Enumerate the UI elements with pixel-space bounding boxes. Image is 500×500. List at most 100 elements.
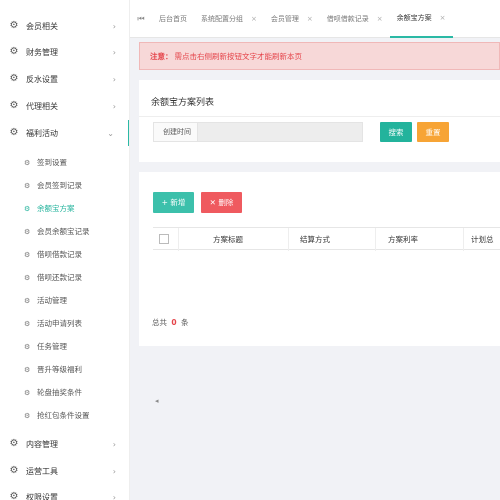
tab-label: 后台首页 [159, 14, 187, 23]
sidebar-subitem-label: 活动申请列表 [37, 319, 82, 328]
sidebar-item-finance[interactable]: ⚙ 财务管理 › [0, 39, 129, 65]
sidebar-item-operations[interactable]: ⚙ 运营工具 › [0, 458, 129, 484]
chevron-right-icon: › [112, 439, 116, 449]
column-divider [463, 228, 464, 251]
tab-label: 余额宝方案 [396, 13, 432, 22]
notice-banner: 注意： 需点击右侧刷新按钮文字才能刷新本页 [139, 42, 500, 70]
sidebar-subitem[interactable]: ⚙ 活动申请列表 [0, 312, 129, 335]
gear-icon: ⚙ [24, 181, 31, 190]
sidebar-subitem-label: 借呗还款记录 [37, 273, 82, 282]
search-button[interactable]: 搜索 [380, 122, 412, 142]
sidebar-item-agent[interactable]: ⚙ 代理相关 › [0, 93, 129, 119]
sidebar: ⚙ 会员相关 › ⚙ 财务管理 › ⚙ 反水设置 › ⚙ 代理相关 › ⚙ 福利… [0, 0, 130, 500]
sidebar-item-rebate[interactable]: ⚙ 反水设置 › [0, 66, 129, 92]
gear-icon: ⚙ [9, 491, 19, 500]
gear-icon: ⚙ [24, 227, 31, 236]
sidebar-subitem[interactable]: ⚙ 会员余额宝记录 [0, 220, 129, 243]
gear-icon: ⚙ [24, 342, 31, 351]
add-button[interactable]: + 新增 [153, 192, 194, 213]
close-icon[interactable]: × [251, 15, 257, 23]
sidebar-item-label: 会员相关 [26, 21, 58, 31]
tab-scroll-left-icon[interactable]: ⏮ [130, 14, 152, 24]
sidebar-subitem[interactable]: ⚙ 晋升等级福利 [0, 358, 129, 381]
sidebar-subitem-label: 晋升等级福利 [37, 365, 82, 374]
tab-home[interactable]: 后台首页 [152, 0, 194, 38]
column-header-plan-total[interactable]: 计划总 [471, 228, 494, 251]
sidebar-subitem-label: 任务管理 [37, 342, 67, 351]
sidebar-item-label: 权限设置 [26, 492, 58, 500]
select-all-checkbox[interactable] [159, 234, 169, 244]
tab-yuebao-plan[interactable]: 余额宝方案 × [389, 0, 453, 38]
column-divider [288, 228, 289, 251]
chevron-right-icon: › [112, 47, 116, 57]
total-prefix: 总共 [152, 318, 167, 327]
sidebar-subitem-label: 轮盘抽奖条件 [37, 388, 82, 397]
gear-icon: ⚙ [9, 127, 19, 138]
sidebar-subitem-active[interactable]: ⚙ 余额宝方案 [0, 197, 129, 220]
sidebar-subitem[interactable]: ⚙ 活动管理 [0, 289, 129, 312]
gear-icon: ⚙ [24, 204, 31, 213]
sidebar-item-label: 代理相关 [26, 101, 58, 111]
column-header-rate[interactable]: 方案利率 [388, 228, 418, 251]
gear-icon: ⚙ [24, 296, 31, 305]
page-title: 余额宝方案列表 [151, 98, 215, 108]
notice-text: 需点击右侧刷新按钮文字才能刷新本页 [174, 51, 303, 61]
total-suffix: 条 [181, 318, 189, 327]
gear-icon: ⚙ [24, 388, 31, 397]
gear-icon: ⚙ [24, 250, 31, 259]
close-icon[interactable]: × [440, 14, 446, 22]
close-icon[interactable]: × [377, 15, 383, 23]
sidebar-item-member[interactable]: ⚙ 会员相关 › [0, 13, 129, 39]
tab-member-management[interactable]: 会员管理 × [264, 0, 320, 38]
sidebar-item-label: 福利活动 [26, 128, 58, 138]
notice-prefix: 注意： [150, 51, 173, 61]
gear-icon: ⚙ [24, 319, 31, 328]
sidebar-subitem[interactable]: ⚙ 签到设置 [0, 151, 129, 174]
close-icon[interactable]: × [307, 15, 313, 23]
sidebar-subitem-label: 抢红包条件设置 [37, 411, 90, 420]
sidebar-subitem-label: 借呗借款记录 [37, 250, 82, 259]
column-header-title[interactable]: 方案标题 [213, 228, 243, 251]
gear-icon: ⚙ [9, 100, 19, 111]
created-time-input[interactable] [197, 122, 363, 142]
gear-icon: ⚙ [24, 411, 31, 420]
chevron-down-icon: ⌄ [107, 128, 114, 138]
reset-button[interactable]: 重置 [417, 122, 449, 142]
sidebar-subitem[interactable]: ⚙ 抢红包条件设置 [0, 404, 129, 427]
column-divider [375, 228, 376, 251]
gear-icon: ⚙ [9, 438, 19, 449]
gear-icon: ⚙ [9, 46, 19, 57]
gear-icon: ⚙ [24, 365, 31, 374]
sidebar-subitem[interactable]: ⚙ 借呗借款记录 [0, 243, 129, 266]
divider [139, 116, 500, 117]
sidebar-subitem-label: 活动管理 [37, 296, 67, 305]
total-number: 0 [171, 318, 177, 327]
sidebar-subitem[interactable]: ⚙ 任务管理 [0, 335, 129, 358]
gear-icon: ⚙ [9, 20, 19, 31]
gear-icon: ⚙ [9, 465, 19, 476]
tab-loan-records[interactable]: 借呗借款记录 × [320, 0, 390, 38]
sidebar-subitem-label: 签到设置 [37, 158, 67, 167]
chevron-right-icon: › [112, 492, 116, 500]
delete-button[interactable]: ✕ 删除 [201, 192, 242, 213]
search-card: 余额宝方案列表 创建时间 搜索 重置 [139, 80, 500, 162]
sidebar-item-content[interactable]: ⚙ 内容管理 › [0, 431, 129, 457]
scroll-left-icon[interactable]: ◂ [155, 397, 159, 405]
sidebar-item-welfare[interactable]: ⚙ 福利活动 ⌄ [0, 120, 129, 146]
sidebar-subitem-label: 余额宝方案 [37, 204, 75, 213]
created-time-label: 创建时间 [153, 122, 201, 142]
sidebar-subitem[interactable]: ⚙ 轮盘抽奖条件 [0, 381, 129, 404]
table-header: 方案标题 结算方式 方案利率 计划总 [153, 227, 500, 251]
tab-system-config[interactable]: 系统配置分组 × [194, 0, 264, 38]
sidebar-item-permissions[interactable]: ⚙ 权限设置 › [0, 484, 129, 500]
sidebar-item-label: 反水设置 [26, 74, 58, 84]
tab-label: 借呗借款记录 [326, 14, 369, 23]
sidebar-subitem[interactable]: ⚙ 会员签到记录 [0, 174, 129, 197]
sidebar-subitem-label: 会员签到记录 [37, 181, 82, 190]
table-card: + 新增 ✕ 删除 方案标题 结算方式 方案利率 计划总 总共 0 条 [139, 172, 500, 346]
sidebar-subitem[interactable]: ⚙ 借呗还款记录 [0, 266, 129, 289]
total-count: 总共 0 条 [152, 317, 189, 328]
chevron-right-icon: › [112, 21, 116, 31]
column-header-settlement[interactable]: 结算方式 [300, 228, 330, 251]
chevron-right-icon: › [112, 101, 116, 111]
